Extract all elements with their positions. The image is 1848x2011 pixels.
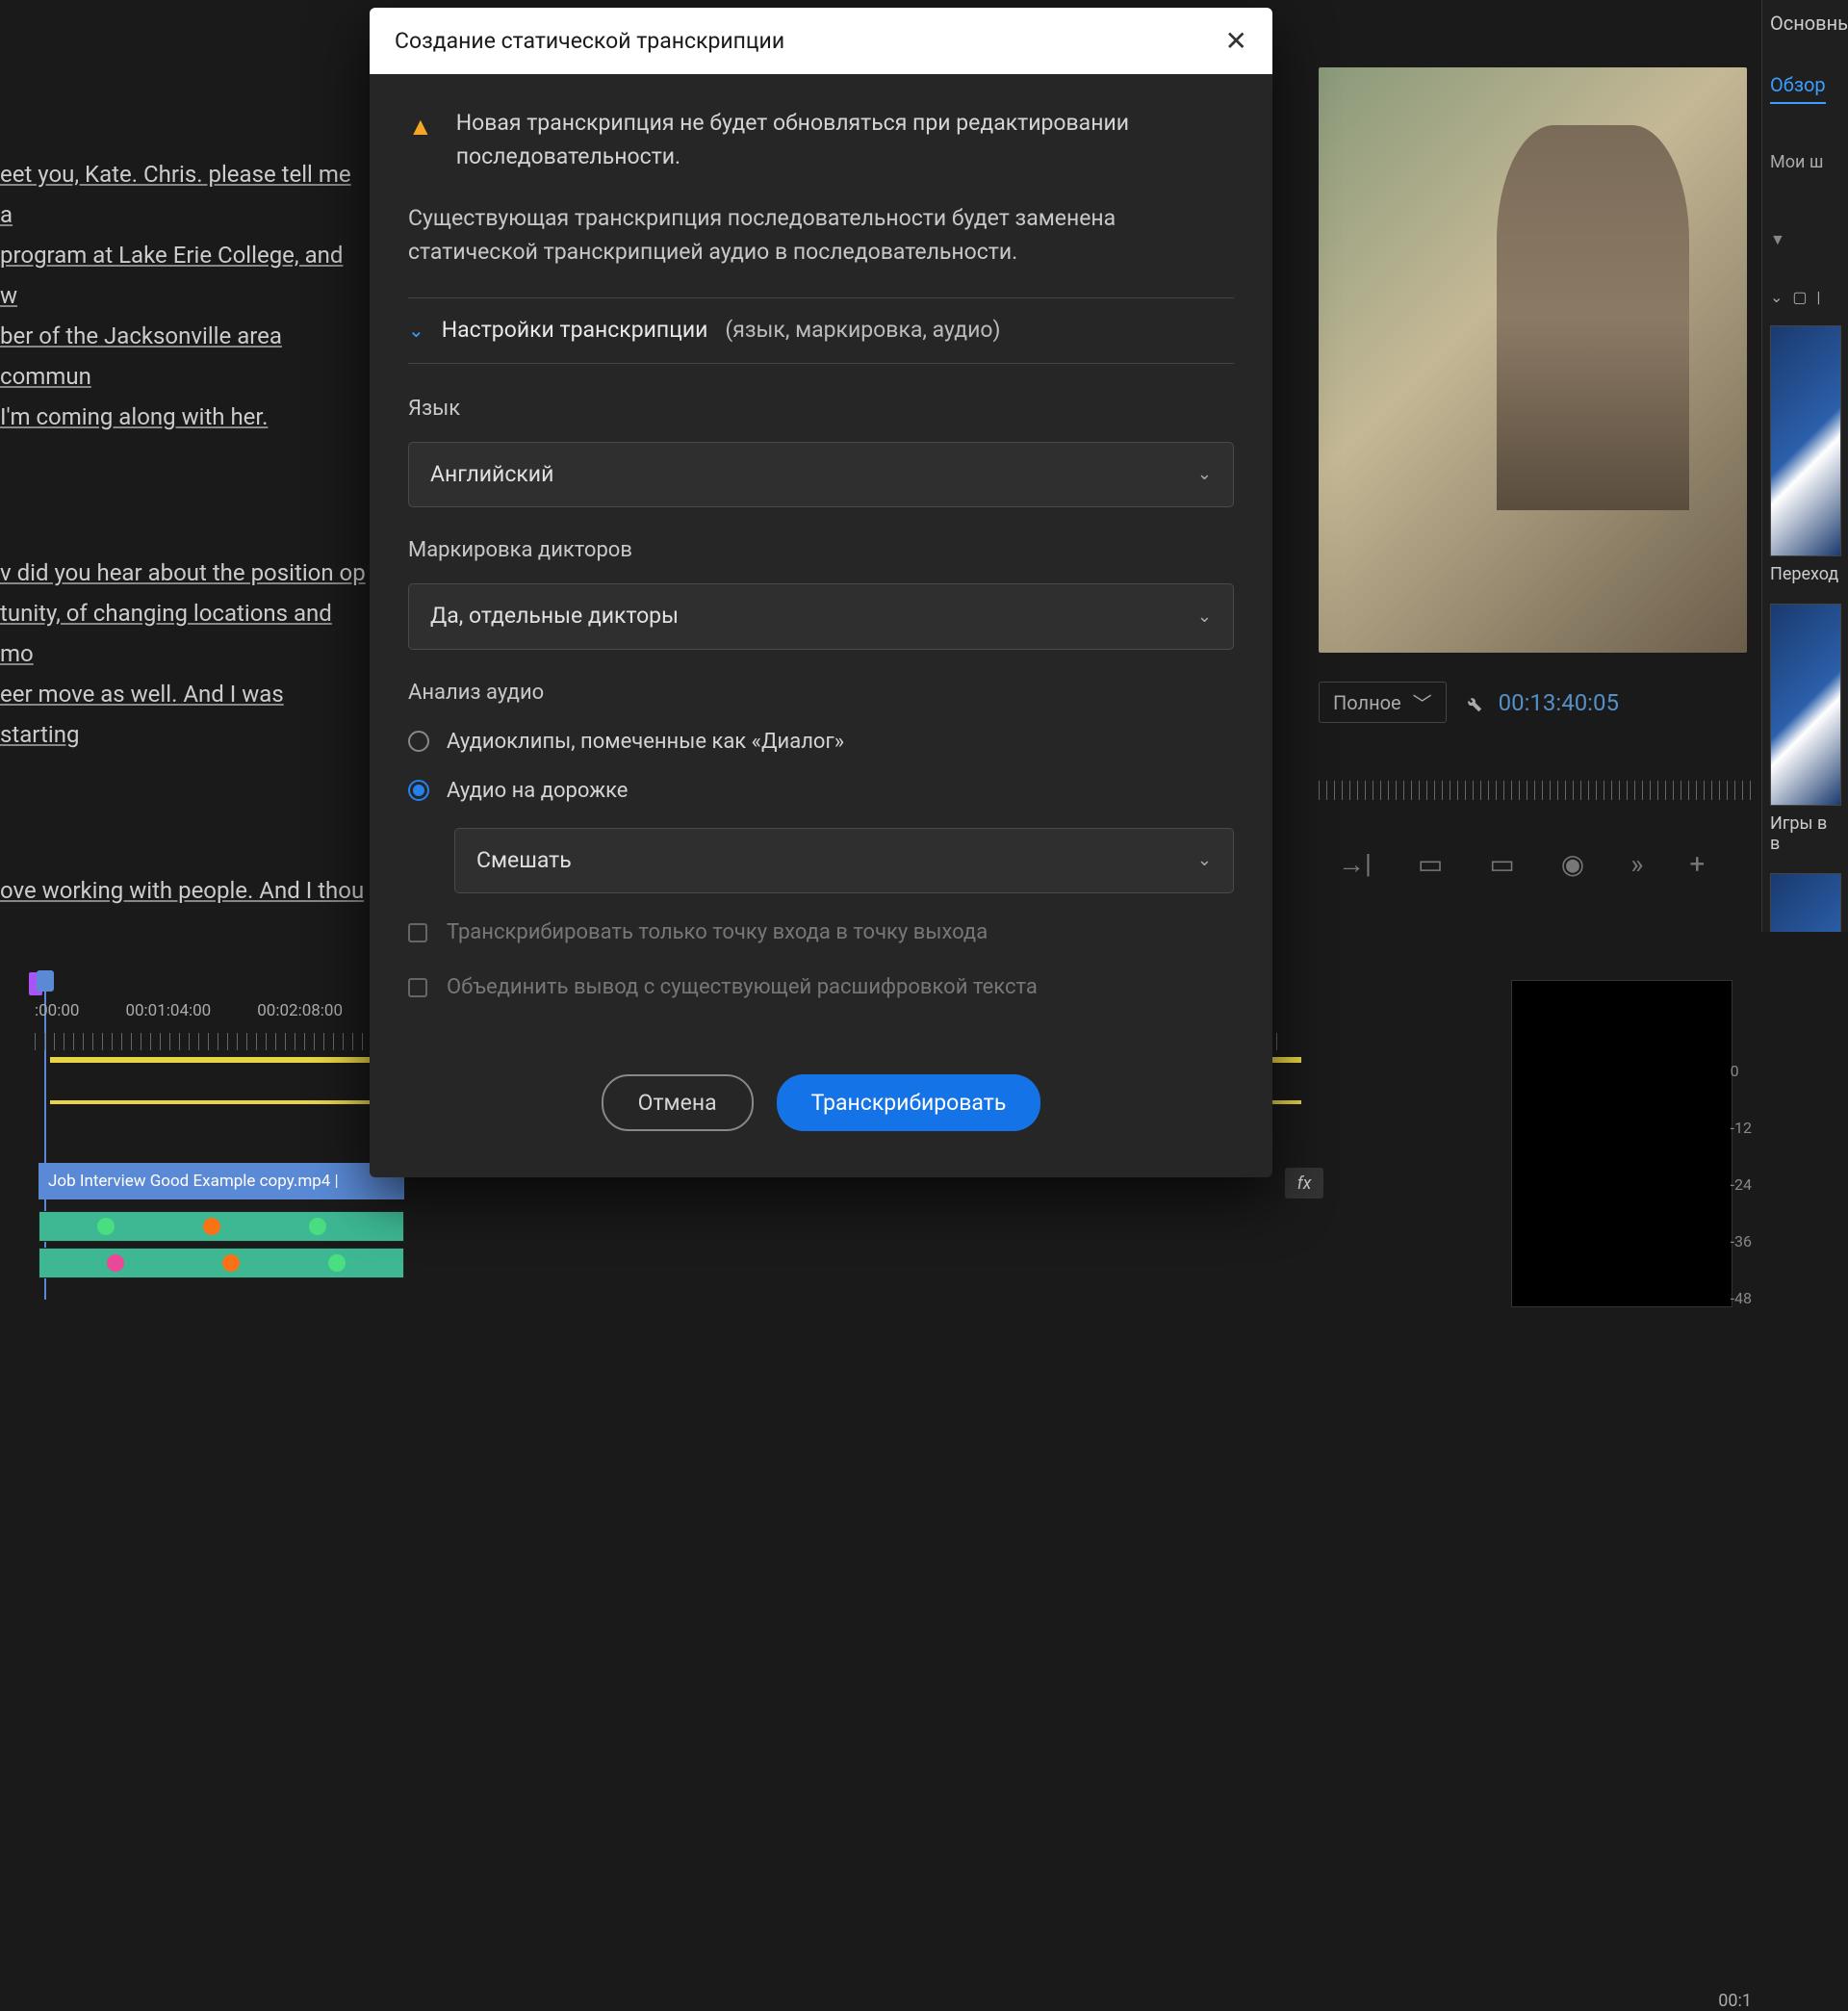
chevron-down-icon[interactable]: ⌄ bbox=[1770, 288, 1783, 306]
checkbox-in-out-only[interactable]: Транскрибировать только точку входа в то… bbox=[408, 916, 1234, 948]
section-subtitle: (язык, маркировка, аудио) bbox=[725, 314, 1000, 348]
meter-scale: 0 -12 -24 -36 -48 bbox=[1731, 1062, 1752, 1307]
clip-label: Job Interview Good Example copy.mp4 | bbox=[48, 1172, 339, 1191]
mix-select[interactable]: Смешать ⌄ bbox=[454, 828, 1234, 894]
overwrite-icon[interactable]: ▭ bbox=[1418, 848, 1443, 880]
chevron-down-icon: ⌄ bbox=[1197, 461, 1212, 487]
audio-clip[interactable] bbox=[38, 1211, 404, 1242]
section-title: Настройки транскрипции bbox=[442, 314, 708, 348]
timeline-timecode: 00:1 bbox=[1718, 1991, 1752, 2011]
transcript-panel: eet you, Kate. Chris. please tell me a p… bbox=[0, 154, 366, 911]
dialog-title: Создание статической транскрипции bbox=[395, 28, 784, 54]
panel-header: Основные bbox=[1770, 12, 1840, 44]
checkbox-label: Объединить вывод с существующей расшифро… bbox=[447, 971, 1038, 1003]
camera-icon[interactable]: ◉ bbox=[1561, 848, 1584, 880]
template-thumbnail[interactable] bbox=[1770, 325, 1841, 556]
add-icon[interactable]: + bbox=[1689, 848, 1705, 880]
transcript-line[interactable]: ove working with people. And I thou bbox=[0, 870, 366, 911]
transcript-line[interactable]: tunity, of changing locations and mo bbox=[0, 593, 366, 674]
template-label: Игры в в bbox=[1770, 813, 1840, 854]
warning-icon: ▲ bbox=[408, 109, 433, 173]
radio-dialog-clips[interactable]: Аудиоклипы, помеченные как «Диалог» bbox=[408, 726, 1234, 758]
export-frame-icon[interactable]: ▭ bbox=[1489, 848, 1514, 880]
description-text: Существующая транскрипция последовательн… bbox=[408, 202, 1234, 269]
language-select[interactable]: Английский ⌄ bbox=[408, 442, 1234, 508]
video-preview[interactable] bbox=[1319, 67, 1747, 653]
checkbox-merge-output[interactable]: Объединить вывод с существующей расшифро… bbox=[408, 971, 1234, 1003]
transcript-line[interactable]: v did you hear about the position op bbox=[0, 553, 366, 593]
audio-meter bbox=[1511, 980, 1732, 1307]
transcript-line[interactable]: eet you, Kate. Chris. please tell me a bbox=[0, 154, 366, 235]
time-label: :00:00 bbox=[35, 1001, 79, 1020]
warning-text: Новая транскрипция не будет обновляться … bbox=[456, 107, 1234, 173]
checkbox-label: Транскрибировать только точку входа в то… bbox=[447, 916, 988, 948]
speaker-select[interactable]: Да, отдельные дикторы ⌄ bbox=[408, 583, 1234, 650]
keyframe-marker[interactable] bbox=[328, 1254, 346, 1272]
speaker-label: Маркировка дикторов bbox=[408, 534, 1234, 566]
transcribe-button[interactable]: Транскрибировать bbox=[777, 1074, 1041, 1131]
dialog-header: Создание статической транскрипции ✕ bbox=[370, 8, 1272, 74]
chevron-down-icon: ⌄ bbox=[1197, 847, 1212, 873]
timecode-display[interactable]: 00:13:40:05 bbox=[1499, 689, 1619, 716]
more-icon[interactable]: » bbox=[1630, 848, 1643, 880]
transcript-line[interactable]: ber of the Jacksonville area commun bbox=[0, 316, 366, 397]
chevron-down-icon: ﹀ bbox=[1413, 688, 1432, 716]
quality-dropdown[interactable]: Полное ﹀ bbox=[1319, 682, 1447, 723]
audio-clip[interactable] bbox=[38, 1248, 404, 1278]
filter-icon[interactable]: ▼ bbox=[1770, 230, 1785, 249]
chevron-down-icon: ⌄ bbox=[1197, 604, 1212, 630]
square-icon[interactable]: ▢ bbox=[1792, 288, 1807, 306]
select-value: Да, отдельные дикторы bbox=[430, 600, 679, 633]
quality-value: Полное bbox=[1333, 691, 1401, 714]
radio-icon bbox=[408, 780, 429, 801]
template-thumbnail[interactable] bbox=[1770, 604, 1841, 806]
create-transcription-dialog: Создание статической транскрипции ✕ ▲ Но… bbox=[370, 8, 1272, 1177]
keyframe-marker[interactable] bbox=[97, 1218, 115, 1235]
template-label: Переход bbox=[1770, 564, 1840, 584]
timeline-ruler[interactable] bbox=[1319, 781, 1752, 800]
keyframe-marker[interactable] bbox=[309, 1218, 326, 1235]
select-value: Смешать bbox=[476, 844, 572, 878]
panel-subtext: Мои ш bbox=[1770, 152, 1840, 172]
checkbox-icon bbox=[408, 978, 427, 997]
analysis-label: Анализ аудио bbox=[408, 677, 1234, 709]
settings-section-header[interactable]: ⌄ Настройки транскрипции (язык, маркиров… bbox=[408, 297, 1234, 364]
select-value: Английский bbox=[430, 458, 553, 492]
chevron-down-icon: ⌄ bbox=[408, 316, 424, 345]
time-label: 00:01:04:00 bbox=[125, 1001, 211, 1020]
keyframe-marker[interactable] bbox=[107, 1254, 124, 1272]
tab-browse[interactable]: Обзор bbox=[1770, 73, 1826, 104]
keyframe-marker[interactable] bbox=[222, 1254, 240, 1272]
transcript-line[interactable]: I'm coming along with her. bbox=[0, 397, 366, 437]
language-label: Язык bbox=[408, 393, 1234, 425]
insert-icon[interactable]: →| bbox=[1338, 848, 1372, 880]
transcript-line[interactable]: eer move as well. And I was starting bbox=[0, 674, 366, 755]
checkbox-icon bbox=[408, 923, 427, 942]
close-icon[interactable]: ✕ bbox=[1225, 25, 1247, 57]
program-monitor: Полное ﹀ 00:13:40:05 →| ▭ ▭ ◉ » + bbox=[1319, 67, 1752, 880]
radio-audio-track[interactable]: Аудио на дорожке bbox=[408, 775, 1234, 807]
pipe-icon: | bbox=[1817, 288, 1821, 306]
transcript-line[interactable]: program at Lake Erie College, and w bbox=[0, 235, 366, 316]
radio-label: Аудио на дорожке bbox=[447, 775, 628, 807]
radio-icon bbox=[408, 731, 429, 752]
video-clip[interactable]: Job Interview Good Example copy.mp4 | bbox=[38, 1163, 404, 1199]
radio-label: Аудиоклипы, помеченные как «Диалог» bbox=[447, 726, 844, 758]
keyframe-marker[interactable] bbox=[203, 1218, 220, 1235]
time-label: 00:02:08:00 bbox=[257, 1001, 343, 1020]
fx-badge[interactable]: fx bbox=[1285, 1168, 1323, 1199]
wrench-icon[interactable] bbox=[1462, 692, 1483, 713]
cancel-button[interactable]: Отмена bbox=[602, 1074, 754, 1131]
